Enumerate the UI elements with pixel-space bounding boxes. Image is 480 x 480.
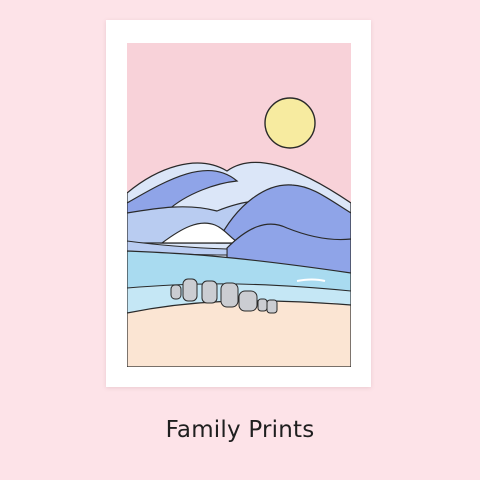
rock <box>257 298 268 312</box>
beach-waves-artwork <box>127 43 351 367</box>
rock <box>220 282 239 308</box>
sun-icon <box>264 97 316 149</box>
rock <box>238 290 258 312</box>
rock <box>170 284 182 300</box>
rock <box>201 280 218 304</box>
rock <box>182 278 198 302</box>
product-title[interactable]: Family Prints <box>0 419 480 442</box>
print-card[interactable] <box>106 20 371 387</box>
sand <box>127 300 351 367</box>
rock <box>266 299 278 314</box>
